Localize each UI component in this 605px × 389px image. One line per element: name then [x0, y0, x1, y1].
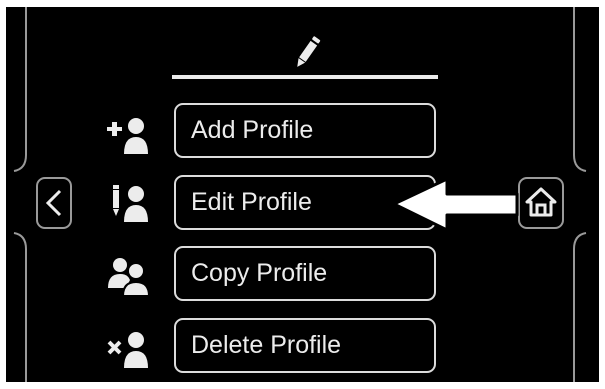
home-button[interactable] — [518, 177, 564, 229]
edit-profile-icon — [113, 185, 148, 222]
device-screen: Add Profile Edit Profile Copy Profile De… — [6, 7, 599, 382]
delete-profile-icon — [107, 332, 148, 368]
home-icon — [518, 177, 564, 229]
delete-profile-button[interactable]: Delete Profile — [174, 318, 436, 373]
add-profile-button[interactable]: Add Profile — [174, 103, 436, 158]
chevron-left-icon — [36, 177, 72, 229]
delete-profile-label: Delete Profile — [191, 331, 342, 359]
edit-profile-label: Edit Profile — [191, 188, 312, 216]
copy-profile-button[interactable]: Copy Profile — [174, 246, 436, 301]
copy-profile-label: Copy Profile — [191, 259, 328, 287]
copy-profile-icon — [108, 258, 151, 297]
add-profile-label: Add Profile — [191, 116, 314, 144]
add-profile-icon — [107, 118, 148, 154]
back-button[interactable] — [36, 177, 72, 229]
arrow-left-icon — [392, 177, 519, 232]
pencil-icon — [297, 36, 321, 67]
